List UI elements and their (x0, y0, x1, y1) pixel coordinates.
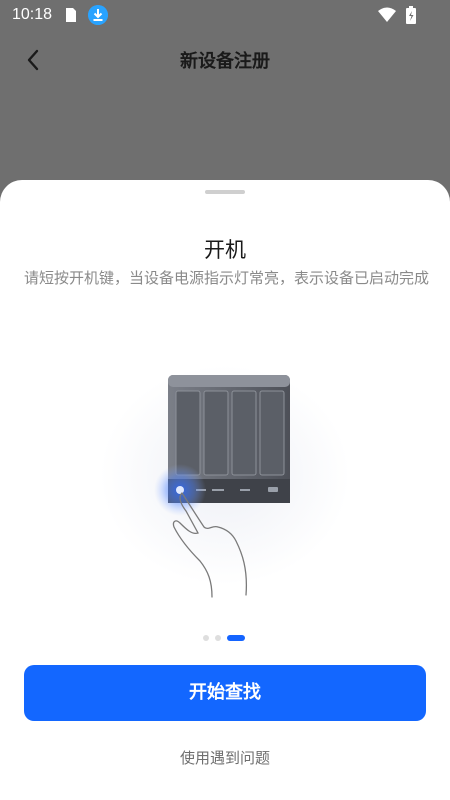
step-description: 请短按开机键，当设备电源指示灯常亮，表示设备已启动完成 (24, 269, 430, 287)
drag-handle[interactable] (205, 190, 245, 194)
download-icon (88, 5, 108, 25)
start-search-button[interactable]: 开始查找 (24, 665, 426, 721)
page-dot-active (227, 635, 245, 641)
power-on-illustration (100, 365, 350, 598)
sim-card-icon (66, 8, 76, 22)
battery-icon (406, 6, 416, 24)
bottom-sheet: 开机 请短按开机键，当设备电源指示灯常亮，表示设备已启动完成 开始查找 使用遇到… (0, 180, 450, 800)
status-bar: 10:18 (0, 0, 450, 32)
page-dot (203, 635, 209, 641)
page-title: 新设备注册 (180, 51, 270, 72)
wifi-icon (378, 7, 396, 22)
page-indicator (203, 635, 263, 641)
status-time: 10:18 (12, 6, 53, 23)
page-dot (215, 635, 221, 641)
app-header: 新设备注册 (0, 32, 450, 88)
help-link[interactable]: 使用遇到问题 (0, 747, 450, 768)
step-title: 开机 (204, 238, 246, 262)
